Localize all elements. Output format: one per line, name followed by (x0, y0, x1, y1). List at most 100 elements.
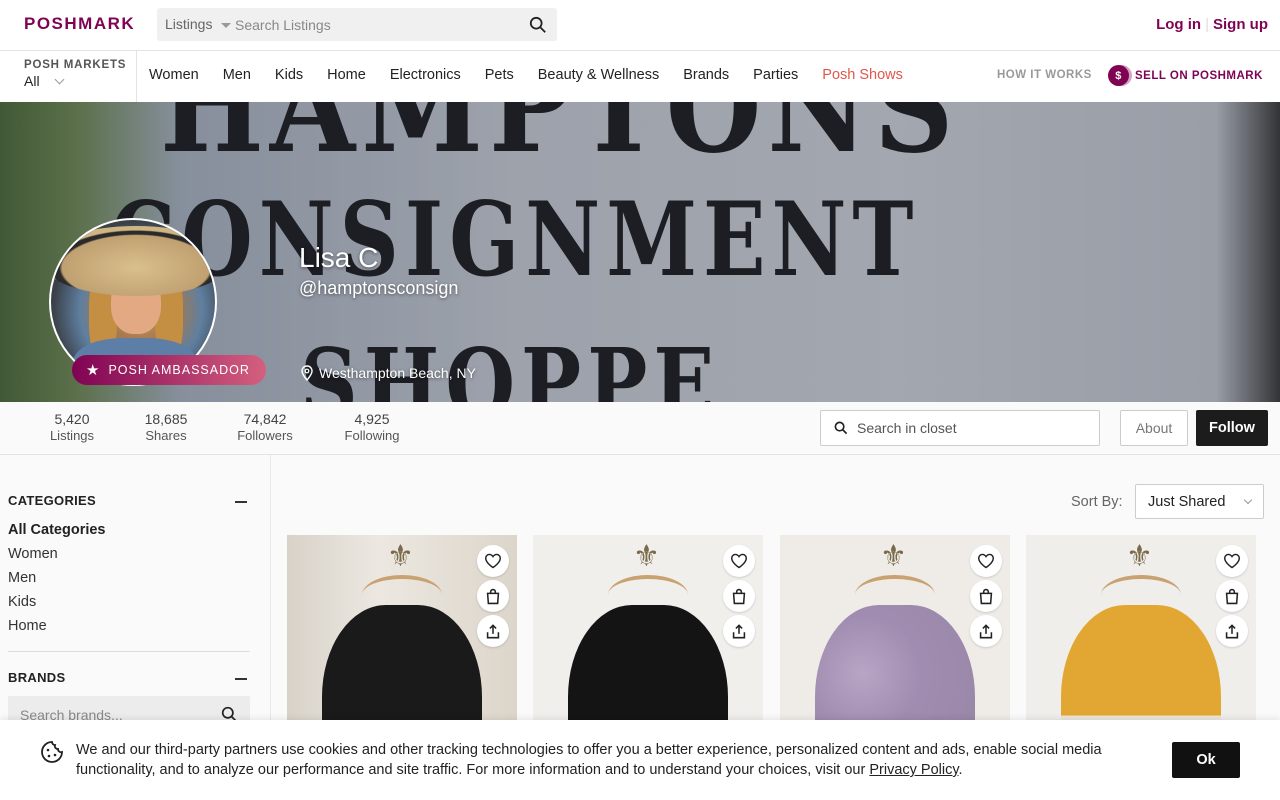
closet-search-input[interactable] (857, 411, 1087, 445)
categories-title: CATEGORIES (8, 493, 96, 508)
share-button[interactable] (970, 615, 1002, 647)
add-to-bundle-button[interactable] (1216, 580, 1248, 612)
search-icon[interactable] (529, 16, 547, 34)
share-button[interactable] (1216, 615, 1248, 647)
avatar-hat (51, 226, 215, 296)
add-to-bundle-button[interactable] (723, 580, 755, 612)
user-location: Westhampton Beach, NY (301, 365, 476, 381)
posh-markets-label: POSH MARKETS (24, 59, 127, 71)
share-button[interactable] (723, 615, 755, 647)
stat-shares[interactable]: 18,685 Shares (140, 411, 192, 443)
category-home[interactable]: Home (8, 614, 106, 638)
nav-electronics[interactable]: Electronics (390, 67, 461, 83)
cookie-consent-banner: We and our third-party partners use cook… (0, 720, 1280, 800)
fleur-de-lis-icon: ⚜ (387, 540, 414, 573)
like-button[interactable] (1216, 545, 1248, 577)
share-icon (1225, 623, 1239, 638)
add-to-bundle-button[interactable] (477, 580, 509, 612)
like-button[interactable] (723, 545, 755, 577)
search-input[interactable] (235, 8, 515, 41)
heart-icon (1223, 553, 1241, 569)
category-women[interactable]: Women (8, 542, 106, 566)
about-button[interactable]: About (1120, 410, 1188, 446)
sort-by-label: Sort By: (1071, 494, 1123, 510)
privacy-policy-link[interactable]: Privacy Policy (869, 762, 958, 778)
nav-pets[interactable]: Pets (485, 67, 514, 83)
fleur-de-lis-icon: ⚜ (880, 540, 907, 573)
nav-home[interactable]: Home (327, 67, 366, 83)
stat-label: Listings (49, 428, 95, 443)
like-button[interactable] (970, 545, 1002, 577)
category-all[interactable]: All Categories (8, 518, 106, 542)
category-kids[interactable]: Kids (8, 590, 106, 614)
stat-value: 74,842 (243, 411, 287, 427)
cookie-ok-button[interactable]: Ok (1172, 742, 1240, 778)
stat-label: Followers (237, 428, 293, 443)
heart-icon (730, 553, 748, 569)
nav-posh-shows[interactable]: Posh Shows (822, 67, 903, 83)
top-header: POSHMARK Listings Log in|Sign up (0, 0, 1280, 51)
heart-icon (977, 553, 995, 569)
nav-men[interactable]: Men (223, 67, 251, 83)
fleur-de-lis-icon: ⚜ (1126, 540, 1153, 573)
posh-markets-value: All (24, 73, 40, 89)
category-nav: POSH MARKETS All Women Men Kids Home Ele… (0, 51, 1280, 102)
sell-on-poshmark-link[interactable]: $ SELL ON POSHMARK (1108, 65, 1263, 86)
brands-title: BRANDS (8, 670, 66, 685)
category-list: All Categories Women Men Kids Home (8, 518, 106, 638)
sidebar-divider (8, 651, 250, 652)
stat-followers[interactable]: 74,842 Followers (234, 411, 296, 443)
cookie-message: We and our third-party partners use cook… (76, 740, 1156, 780)
location-pin-icon (301, 365, 313, 381)
stat-value: 4,925 (354, 411, 390, 427)
auth-separator: | (1205, 16, 1209, 33)
nav-women[interactable]: Women (149, 67, 199, 83)
stat-label: Following (344, 428, 400, 443)
ambassador-label: POSH AMBASSADOR (108, 363, 250, 377)
posh-markets-selector[interactable]: POSH MARKETS All (0, 51, 137, 102)
dollar-coin-icon: $ (1108, 65, 1129, 86)
shopping-bag-icon (732, 588, 746, 604)
sell-label: SELL ON POSHMARK (1135, 69, 1263, 82)
nav-parties[interactable]: Parties (753, 67, 798, 83)
search-bar: Listings (157, 8, 557, 41)
signup-link[interactable]: Sign up (1213, 16, 1268, 33)
collapse-categories-icon[interactable] (235, 501, 247, 503)
like-button[interactable] (477, 545, 509, 577)
stat-value: 18,685 (144, 411, 188, 427)
how-it-works-link[interactable]: HOW IT WORKS (997, 69, 1092, 81)
fleur-de-lis-icon: ⚜ (633, 540, 660, 573)
auth-links: Log in | Sign up (1156, 16, 1268, 33)
login-link[interactable]: Log in (1156, 16, 1201, 33)
stat-label: Shares (145, 428, 187, 443)
follow-button[interactable]: Follow (1196, 410, 1268, 446)
nav-brands[interactable]: Brands (683, 67, 729, 83)
posh-ambassador-badge[interactable]: ★ POSH AMBASSADOR (72, 355, 266, 385)
shopping-bag-icon (1225, 588, 1239, 604)
nav-beauty-wellness[interactable]: Beauty & Wellness (538, 67, 659, 83)
share-icon (732, 623, 746, 638)
collapse-brands-icon[interactable] (235, 678, 247, 680)
stat-following[interactable]: 4,925 Following (340, 411, 404, 443)
nav-kids[interactable]: Kids (275, 67, 303, 83)
add-to-bundle-button[interactable] (970, 580, 1002, 612)
user-name: Lisa C (299, 242, 379, 273)
star-icon: ★ (86, 362, 101, 379)
stat-listings[interactable]: 5,420 Listings (48, 411, 96, 443)
cookie-period: . (958, 762, 963, 778)
search-icon (834, 421, 848, 435)
user-handle: @hamptonsconsign (299, 278, 459, 298)
poshmark-logo[interactable]: POSHMARK (24, 14, 135, 34)
chevron-down-icon (54, 74, 65, 84)
location-text: Westhampton Beach, NY (319, 365, 476, 381)
stat-value: 5,420 (54, 411, 90, 427)
share-icon (979, 623, 993, 638)
caret-down-icon (221, 23, 231, 28)
share-button[interactable] (477, 615, 509, 647)
search-type-dropdown[interactable]: Listings (165, 16, 212, 32)
category-men[interactable]: Men (8, 566, 106, 590)
closet-stats-bar: 5,420 Listings 18,685 Shares 74,842 Foll… (0, 402, 1280, 455)
heart-icon (484, 553, 502, 569)
sort-by-dropdown[interactable]: Just Shared (1135, 484, 1264, 519)
shopping-bag-icon (486, 588, 500, 604)
